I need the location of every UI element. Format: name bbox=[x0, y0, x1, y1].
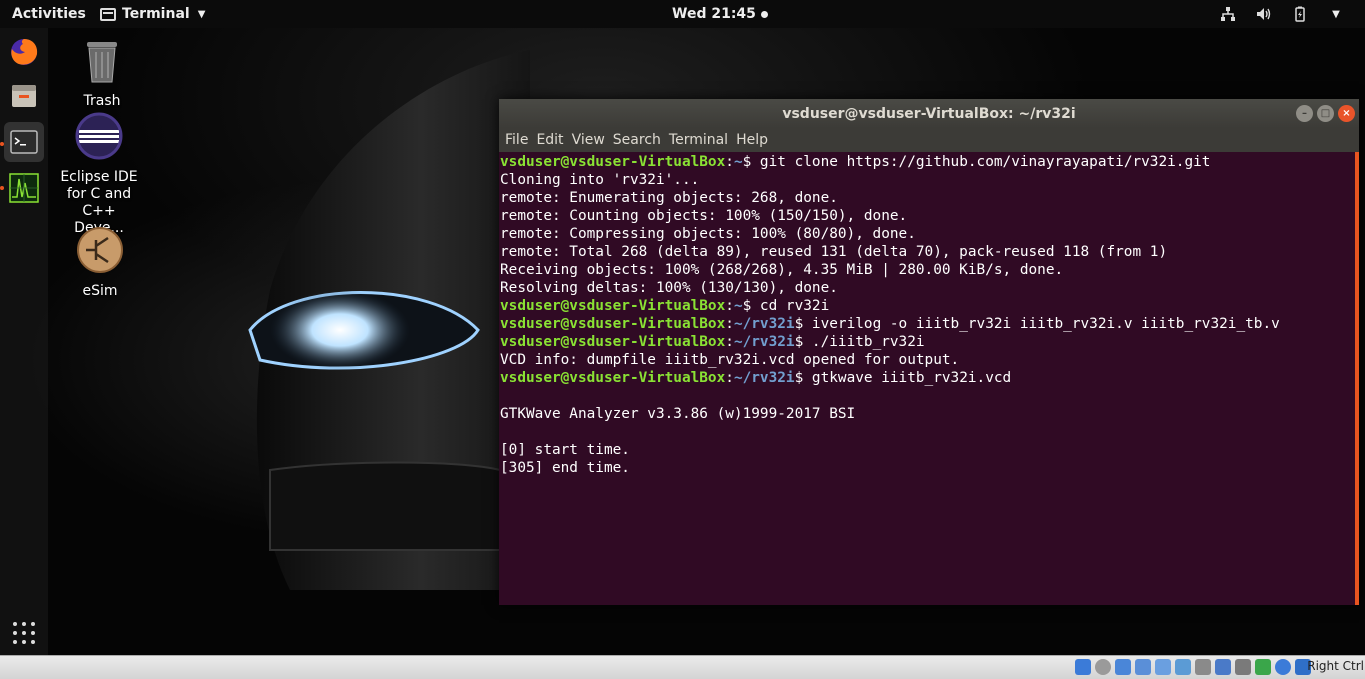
prompt-path: ~ bbox=[733, 298, 743, 314]
desktop-icon-label: Trash bbox=[83, 93, 121, 109]
terminal-icon bbox=[10, 130, 38, 154]
cpu-icon[interactable] bbox=[1235, 659, 1251, 675]
terminal-icon bbox=[100, 7, 116, 21]
terminal-line: remote: Counting objects: 100% (150/150)… bbox=[500, 208, 908, 224]
notification-dot-icon bbox=[760, 10, 768, 18]
terminal-line: Receiving objects: 100% (268/268), 4.35 … bbox=[500, 262, 1064, 278]
menu-edit[interactable]: Edit bbox=[536, 132, 569, 148]
menu-search[interactable]: Search bbox=[613, 132, 667, 148]
menu-file[interactable]: File bbox=[505, 132, 534, 148]
terminal-line: [305] end time. bbox=[500, 460, 630, 476]
recording-icon[interactable] bbox=[1215, 659, 1231, 675]
dock-item-files[interactable] bbox=[4, 76, 44, 116]
audio-icon[interactable] bbox=[1115, 659, 1131, 675]
terminal-line: remote: Total 268 (delta 89), reused 131… bbox=[500, 244, 1168, 260]
terminal-scrollbar[interactable] bbox=[1355, 152, 1359, 605]
volume-icon[interactable] bbox=[1255, 5, 1273, 23]
prompt-user: vsduser@vsduser-VirtualBox bbox=[500, 370, 726, 386]
optical-drive-icon[interactable] bbox=[1095, 659, 1111, 675]
command-text: $ gtkwave iiitb_rv32i.vcd bbox=[794, 370, 1012, 386]
esim-icon bbox=[77, 227, 123, 273]
terminal-line: VCD info: dumpfile iiitb_rv32i.vcd opene… bbox=[500, 352, 960, 368]
usb-icon[interactable] bbox=[1155, 659, 1171, 675]
prompt-user: vsduser@vsduser-VirtualBox bbox=[500, 334, 726, 350]
prompt-user: vsduser@vsduser-VirtualBox bbox=[500, 154, 726, 170]
terminal-line: vsduser@vsduser-VirtualBox:~$ cd rv32i bbox=[500, 298, 830, 314]
activities-button[interactable]: Activities bbox=[12, 6, 86, 22]
terminal-line: vsduser@vsduser-VirtualBox:~$ git clone … bbox=[500, 154, 1211, 170]
shared-folders-icon[interactable] bbox=[1175, 659, 1191, 675]
host-key-label: Right Ctrl bbox=[1307, 659, 1364, 673]
maximize-button[interactable]: □ bbox=[1317, 105, 1334, 122]
eclipse-icon bbox=[75, 112, 123, 160]
app-menu-button[interactable]: Terminal ▼ bbox=[100, 6, 205, 22]
terminal-line: remote: Enumerating objects: 268, done. bbox=[500, 190, 838, 206]
network-adapter-icon[interactable] bbox=[1135, 659, 1151, 675]
menu-view[interactable]: View bbox=[572, 132, 611, 148]
trash-icon bbox=[87, 42, 117, 83]
clock-button[interactable]: Wed 21:45 bbox=[672, 6, 768, 22]
guest-additions-icon[interactable] bbox=[1255, 659, 1271, 675]
terminal-line: Resolving deltas: 100% (130/130), done. bbox=[500, 280, 838, 296]
terminal-line: Cloning into 'rv32i'... bbox=[500, 172, 700, 188]
terminal-line: [0] start time. bbox=[500, 442, 630, 458]
hard-disk-icon[interactable] bbox=[1075, 659, 1091, 675]
files-icon bbox=[12, 85, 36, 107]
minimize-button[interactable]: – bbox=[1296, 105, 1313, 122]
virtualbox-statusbar: Right Ctrl bbox=[0, 655, 1365, 679]
prompt-path: ~/rv32i bbox=[733, 334, 795, 350]
prompt-path: ~ bbox=[733, 154, 743, 170]
system-tray[interactable]: ▼ bbox=[1219, 5, 1345, 23]
firefox-icon bbox=[11, 39, 38, 65]
terminal-window[interactable]: vsduser@vsduser-VirtualBox: ~/rv32i – □ … bbox=[499, 99, 1359, 605]
menu-terminal[interactable]: Terminal bbox=[669, 132, 734, 148]
terminal-line: vsduser@vsduser-VirtualBox:~/rv32i$ iver… bbox=[500, 316, 1280, 332]
close-button[interactable]: × bbox=[1338, 105, 1355, 122]
dock bbox=[0, 28, 48, 655]
network-icon[interactable] bbox=[1219, 5, 1237, 23]
top-bar: Activities Terminal ▼ Wed 21:45 ▼ bbox=[0, 0, 1365, 28]
battery-icon[interactable] bbox=[1291, 5, 1309, 23]
wallpaper-car-image bbox=[248, 50, 530, 590]
window-title: vsduser@vsduser-VirtualBox: ~/rv32i bbox=[782, 105, 1076, 122]
command-text: $ iverilog -o iiitb_rv32i iiitb_rv32i.v … bbox=[794, 316, 1280, 332]
dock-item-firefox[interactable] bbox=[4, 32, 44, 72]
command-text: $ git clone https://github.com/vinayraya… bbox=[742, 154, 1211, 170]
app-menu-label: Terminal bbox=[122, 6, 190, 22]
caret-down-icon: ▼ bbox=[197, 8, 206, 20]
show-applications-grid-icon[interactable] bbox=[13, 622, 35, 644]
terminal-line: GTKWave Analyzer v3.3.86 (w)1999-2017 BS… bbox=[500, 406, 856, 422]
prompt-user: vsduser@vsduser-VirtualBox bbox=[500, 316, 726, 332]
desktop-icon-esim[interactable]: eSim bbox=[50, 226, 150, 300]
command-text: $ ./iiitb_rv32i bbox=[794, 334, 925, 350]
desktop-icon-label: eSim bbox=[82, 283, 118, 299]
desktop-icon-eclipse[interactable]: Eclipse IDE for C and C++ Deve... bbox=[49, 112, 149, 237]
dock-item-terminal[interactable] bbox=[4, 122, 44, 162]
terminal-line: vsduser@vsduser-VirtualBox:~/rv32i$ gtkw… bbox=[500, 370, 1012, 386]
terminal-titlebar[interactable]: vsduser@vsduser-VirtualBox: ~/rv32i – □ … bbox=[499, 99, 1359, 128]
gtkwave-icon bbox=[9, 173, 39, 203]
terminal-menubar: File Edit View Search Terminal Help bbox=[499, 128, 1359, 152]
prompt-path: ~/rv32i bbox=[733, 370, 795, 386]
dock-item-gtkwave[interactable] bbox=[4, 168, 44, 208]
menu-help[interactable]: Help bbox=[736, 132, 774, 148]
prompt-path: ~/rv32i bbox=[733, 316, 795, 332]
mouse-integration-icon[interactable] bbox=[1275, 659, 1291, 675]
statusbar-icons bbox=[1075, 659, 1311, 675]
command-text: $ cd rv32i bbox=[742, 298, 830, 314]
clock-label: Wed 21:45 bbox=[672, 6, 756, 22]
prompt-user: vsduser@vsduser-VirtualBox bbox=[500, 298, 726, 314]
system-menu-caret-icon[interactable]: ▼ bbox=[1327, 5, 1345, 23]
terminal-line: remote: Compressing objects: 100% (80/80… bbox=[500, 226, 916, 242]
desktop-icon-trash[interactable]: Trash bbox=[52, 36, 152, 110]
terminal-output[interactable]: vsduser@vsduser-VirtualBox:~$ git clone … bbox=[499, 152, 1355, 605]
display-icon[interactable] bbox=[1195, 659, 1211, 675]
terminal-line: vsduser@vsduser-VirtualBox:~/rv32i$ ./ii… bbox=[500, 334, 925, 350]
